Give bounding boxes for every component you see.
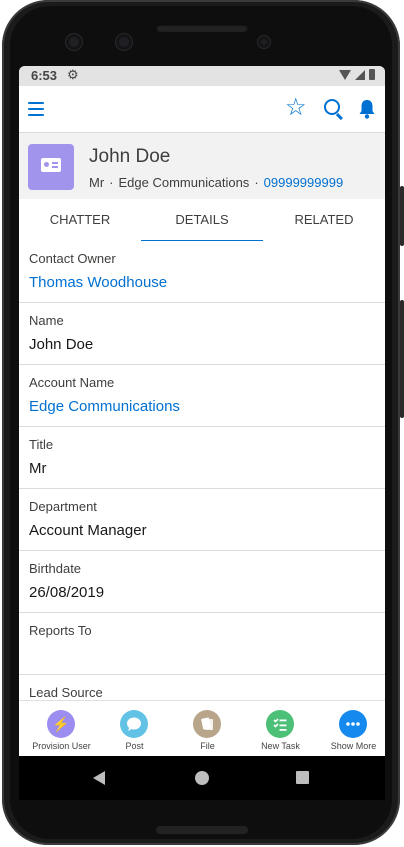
menu-icon[interactable] (28, 102, 44, 116)
separator-dot: · (254, 175, 259, 190)
task-checklist-icon (273, 718, 287, 731)
contact-owner-link[interactable]: Thomas Woodhouse (29, 274, 167, 291)
field-account-name: Account Name Edge Communications (19, 365, 385, 427)
action-label: File (200, 741, 215, 751)
notifications-bell-icon[interactable] (358, 99, 376, 119)
separator-dot: · (109, 175, 114, 190)
status-bar: 6:53 ⚙ (19, 66, 385, 86)
contact-avatar (28, 144, 74, 190)
field-label: Department (29, 499, 97, 514)
field-label: Lead Source (29, 685, 103, 700)
earpiece-speaker (156, 24, 248, 32)
action-circle (193, 710, 221, 738)
battery-icon (369, 69, 375, 80)
phone-link[interactable]: 09999999999 (264, 175, 344, 190)
field-value: John Doe (29, 336, 94, 353)
field-contact-owner: Contact Owner Thomas Woodhouse (19, 241, 385, 303)
field-label: Account Name (29, 375, 115, 390)
field-value: Account Manager (29, 522, 147, 539)
volume-button (400, 186, 404, 246)
field-label: Name (29, 313, 64, 328)
more-icon (346, 722, 360, 726)
action-label: Post (125, 741, 144, 751)
field-reports-to: Reports To (19, 613, 385, 675)
record-title: John Doe (89, 146, 171, 167)
field-value: Mr (29, 460, 47, 477)
android-nav-bar (19, 756, 385, 800)
back-icon[interactable] (93, 771, 105, 785)
search-icon[interactable] (324, 99, 340, 115)
record-tabs: CHATTER DETAILS RELATED (19, 199, 385, 242)
post-button[interactable]: Post (98, 701, 171, 757)
field-value: 26/08/2019 (29, 584, 105, 601)
field-label: Contact Owner (29, 251, 116, 266)
show-more-button[interactable]: Show More (317, 701, 385, 757)
action-circle (266, 710, 294, 738)
new-task-button[interactable]: New Task (244, 701, 317, 757)
action-bar: ⚡ Provision User Post File New Task Show… (19, 700, 385, 757)
file-button[interactable]: File (171, 701, 244, 757)
file-icon (201, 717, 213, 730)
field-name: Name John Doe (19, 303, 385, 365)
favorite-star-icon[interactable]: ☆ (285, 95, 307, 121)
cell-signal-icon (355, 69, 365, 80)
action-label: New Task (261, 741, 300, 751)
tab-details[interactable]: DETAILS (141, 199, 263, 242)
provision-user-button[interactable]: ⚡ Provision User (25, 701, 98, 757)
front-camera-icon (66, 34, 82, 50)
status-indicators (339, 69, 375, 80)
field-label: Reports To (29, 623, 92, 638)
field-title: Title Mr (19, 427, 385, 489)
power-button (400, 300, 404, 418)
front-sensor-icon (116, 34, 132, 50)
tab-related[interactable]: RELATED (263, 199, 385, 241)
lightning-icon: ⚡ (52, 716, 70, 732)
tab-chatter[interactable]: CHATTER (19, 199, 141, 241)
recents-icon[interactable] (296, 771, 309, 784)
record-subtitle: Mr · Edge Communications · 09999999999 (89, 175, 343, 190)
chat-bubble-icon (127, 717, 141, 731)
settings-gear-icon: ⚙ (67, 67, 79, 82)
contact-card-icon (41, 158, 61, 172)
home-icon[interactable] (195, 771, 209, 785)
account-name-link[interactable]: Edge Communications (29, 398, 180, 415)
field-department: Department Account Manager (19, 489, 385, 551)
account-name: Edge Communications (118, 175, 250, 190)
field-birthdate: Birthdate 26/08/2019 (19, 551, 385, 613)
field-label: Title (29, 437, 54, 452)
wifi-icon (339, 69, 351, 80)
proximity-sensor-icon (258, 36, 270, 48)
salutation: Mr (89, 175, 105, 190)
action-circle: ⚡ (47, 710, 75, 738)
action-label: Provision User (32, 741, 91, 751)
field-label: Birthdate (29, 561, 82, 576)
action-circle (339, 710, 367, 738)
action-label: Show More (330, 741, 377, 751)
bottom-speaker (156, 826, 248, 834)
app-screen: 6:53 ⚙ ☆ John Doe Mr · Edge Communications… (19, 66, 385, 800)
app-header: ☆ (19, 86, 385, 133)
action-circle (120, 710, 148, 738)
record-header: John Doe Mr · Edge Communications · 09999999… (19, 133, 385, 199)
status-time: 6:53 (31, 68, 58, 83)
